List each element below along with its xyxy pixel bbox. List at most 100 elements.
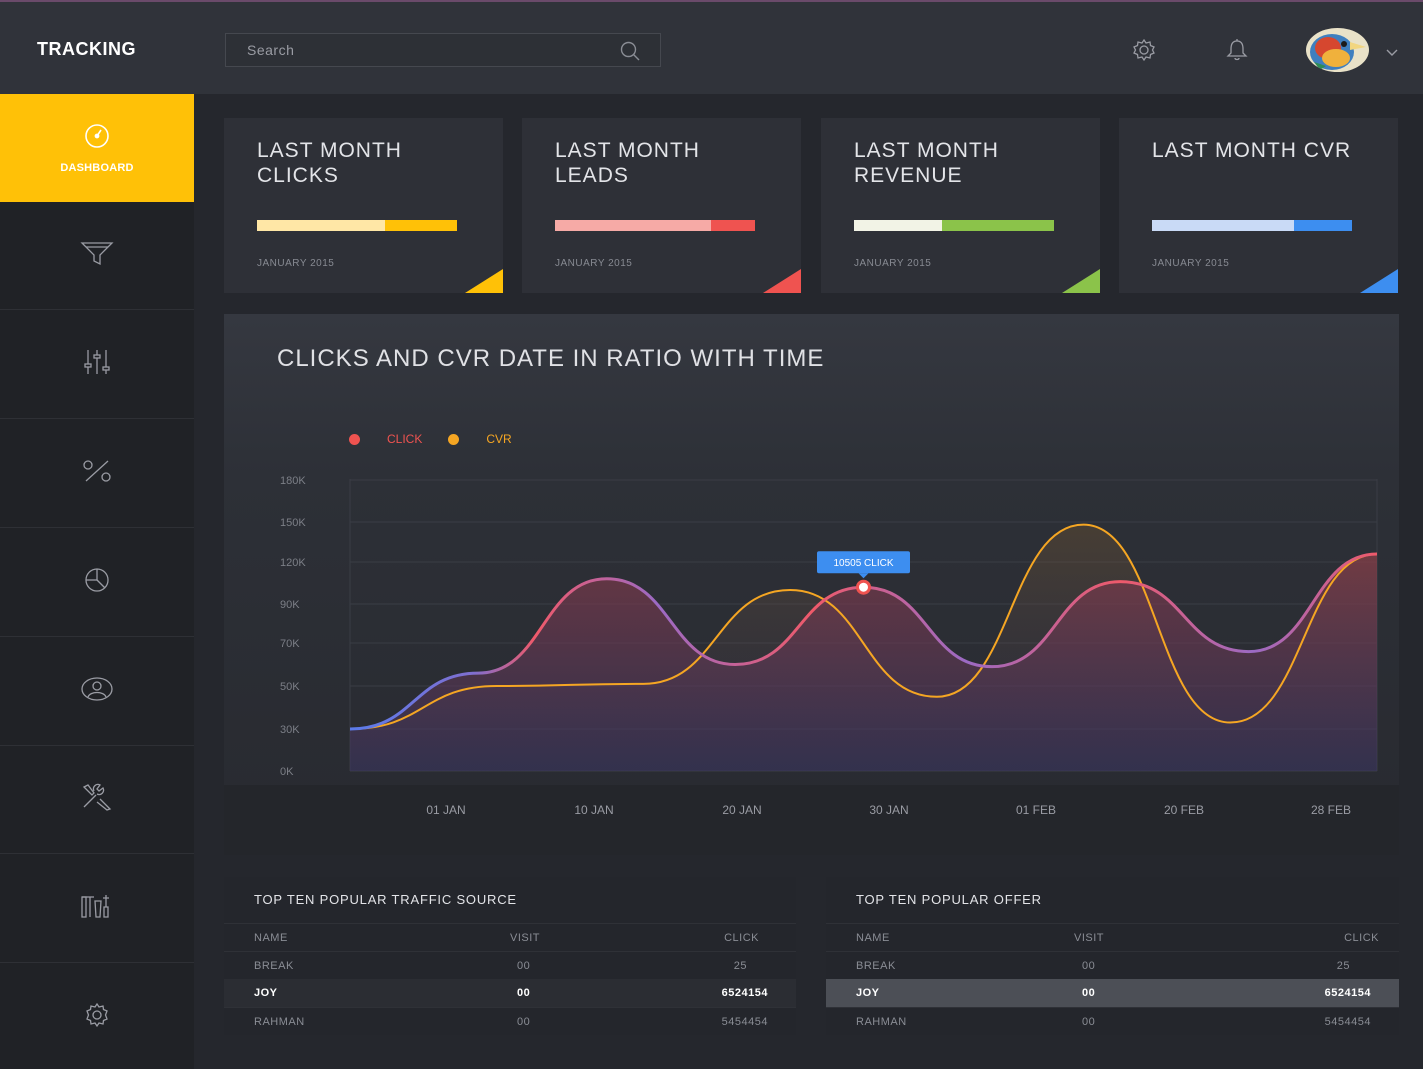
sidebar-item-reports[interactable] <box>0 529 194 637</box>
chevron-down-icon[interactable] <box>1386 44 1398 62</box>
x-tick-label: 20 JAN <box>722 803 761 817</box>
progress-fill-light <box>555 220 711 231</box>
sidebar-item-tools[interactable] <box>0 746 194 854</box>
clicks-cvr-chart: 180K 150K 120K 90K 70K 50K 30K 0K 01 JAN 10 JAN 20… <box>280 475 1378 817</box>
cell-visit: 00 <box>1082 1016 1096 1028</box>
cell-name: RAHMAN <box>254 1016 305 1028</box>
cell-visit: 00 <box>1082 960 1096 972</box>
legend-cvr-label: CVR <box>486 432 512 446</box>
stat-progress-bar <box>555 220 755 231</box>
chart-legend: CLICK CVR <box>349 432 512 446</box>
stat-card-subtitle: JANUARY 2015 <box>555 258 633 269</box>
sidebar-item-label: DASHBOARD <box>60 161 134 174</box>
percent-icon <box>80 458 114 489</box>
table-row[interactable]: JOY 00 6524154 <box>224 979 796 1007</box>
sidebar-item-toolkit[interactable] <box>0 855 194 963</box>
sidebar-nav: DASHBOARD <box>0 94 194 1069</box>
corner-accent <box>1360 269 1398 293</box>
y-tick-label: 50K <box>280 681 300 693</box>
dashboard-gauge-icon <box>80 123 114 154</box>
progress-fill-light <box>1152 220 1294 231</box>
settings-icon <box>80 1002 114 1033</box>
user-avatar[interactable] <box>1306 28 1369 72</box>
y-tick-label: 180K <box>280 475 306 487</box>
cell-click: 25 <box>1336 960 1350 972</box>
stat-progress-bar <box>257 220 457 231</box>
search-input[interactable] <box>226 34 616 66</box>
stat-card[interactable]: LAST MONTH CLICKS JANUARY 2015 <box>224 118 503 293</box>
chart-title: CLICKS AND CVR DATE IN RATIO WITH TIME <box>277 345 825 372</box>
x-tick-label: 28 FEB <box>1311 803 1351 817</box>
settings-icon[interactable] <box>1130 38 1158 67</box>
progress-fill-light <box>257 220 385 231</box>
x-tick-label: 20 FEB <box>1164 803 1204 817</box>
table-header-row: NAME VISIT CLICK <box>224 923 796 951</box>
stat-card-subtitle: JANUARY 2015 <box>854 258 932 269</box>
y-tick-label: 150K <box>280 517 306 529</box>
corner-accent <box>1062 269 1100 293</box>
stat-progress-bar <box>1152 220 1352 231</box>
x-tick-label: 30 JAN <box>869 803 908 817</box>
stat-progress-bar <box>854 220 1054 231</box>
table-row[interactable]: JOY 00 6524154 <box>826 979 1399 1007</box>
table-header-row: NAME VISIT CLICK <box>826 923 1399 951</box>
sidebar-item-dashboard[interactable]: DASHBOARD <box>0 94 194 202</box>
legend-click-dot <box>349 433 360 445</box>
progress-fill-main <box>385 220 457 231</box>
y-tick-label: 70K <box>280 638 300 650</box>
cell-visit: 00 <box>517 1016 531 1028</box>
cell-name: BREAK <box>254 960 294 972</box>
tooltip-text: 10505 CLICK <box>833 558 893 569</box>
sliders-icon <box>82 349 112 380</box>
corner-accent <box>763 269 801 293</box>
tooltip-arrow <box>858 573 869 579</box>
sidebar-item-filter[interactable] <box>0 202 194 310</box>
table-row[interactable]: RAHMAN 00 5454454 <box>826 1007 1399 1035</box>
stat-card-subtitle: JANUARY 2015 <box>257 258 335 269</box>
y-tick-label: 120K <box>280 557 306 569</box>
x-tick-label: 01 JAN <box>426 803 465 817</box>
col-name-header: NAME <box>856 932 890 944</box>
corner-accent <box>465 269 503 293</box>
sidebar-item-percent[interactable] <box>0 420 194 528</box>
stat-card[interactable]: LAST MONTH LEADS JANUARY 2015 <box>522 118 801 293</box>
table-title: TOP TEN POPULAR OFFER <box>856 892 1042 907</box>
search-box[interactable] <box>225 33 661 67</box>
cell-visit: 00 <box>517 960 531 972</box>
progress-fill-light <box>854 220 942 231</box>
filter-funnel-icon <box>80 240 114 271</box>
cell-name: JOY <box>856 987 880 999</box>
notification-bell-icon[interactable] <box>1225 38 1249 67</box>
stat-card-subtitle: JANUARY 2015 <box>1152 258 1230 269</box>
table-title: TOP TEN POPULAR TRAFFIC SOURCE <box>254 892 517 907</box>
table-row[interactable]: BREAK 00 25 <box>826 951 1399 979</box>
traffic-source-table: TOP TEN POPULAR TRAFFIC SOURCE NAME VISI… <box>224 877 796 1035</box>
stat-card[interactable]: LAST MONTH REVENUE JANUARY 2015 <box>821 118 1100 293</box>
cell-name: JOY <box>254 987 278 999</box>
sidebar-item-users[interactable] <box>0 638 194 746</box>
y-tick-label: 90K <box>280 599 300 611</box>
cell-click: 5454454 <box>721 1016 768 1028</box>
col-click-header: CLICK <box>1344 932 1379 944</box>
top-header: TRACKING <box>0 0 1423 94</box>
popular-offer-table: TOP TEN POPULAR OFFER NAME VISIT CLICK B… <box>826 877 1399 1035</box>
sidebar-item-settings[interactable] <box>0 964 194 1069</box>
progress-fill-main <box>1294 220 1352 231</box>
stat-card[interactable]: LAST MONTH CVR JANUARY 2015 <box>1119 118 1398 293</box>
sidebar-item-settings-sliders[interactable] <box>0 311 194 419</box>
legend-click-label: CLICK <box>387 432 423 446</box>
legend-cvr-dot <box>448 433 460 445</box>
search-icon[interactable] <box>620 41 640 66</box>
table-row[interactable]: BREAK 00 25 <box>224 951 796 979</box>
stat-card-title: LAST MONTH CVR <box>1152 139 1352 162</box>
col-visit-header: VISIT <box>1074 932 1105 944</box>
cell-click: 6524154 <box>721 987 768 999</box>
table-row[interactable]: RAHMAN 00 5454454 <box>224 1007 796 1035</box>
stat-card-title: LAST MONTH CLICKS <box>257 139 402 187</box>
y-tick-label: 30K <box>280 724 300 736</box>
highlighted-data-point[interactable] <box>856 579 871 595</box>
progress-fill-main <box>942 220 1054 231</box>
app-title: TRACKING <box>37 39 136 59</box>
toolkit-icon <box>80 893 114 924</box>
cell-name: BREAK <box>856 960 896 972</box>
